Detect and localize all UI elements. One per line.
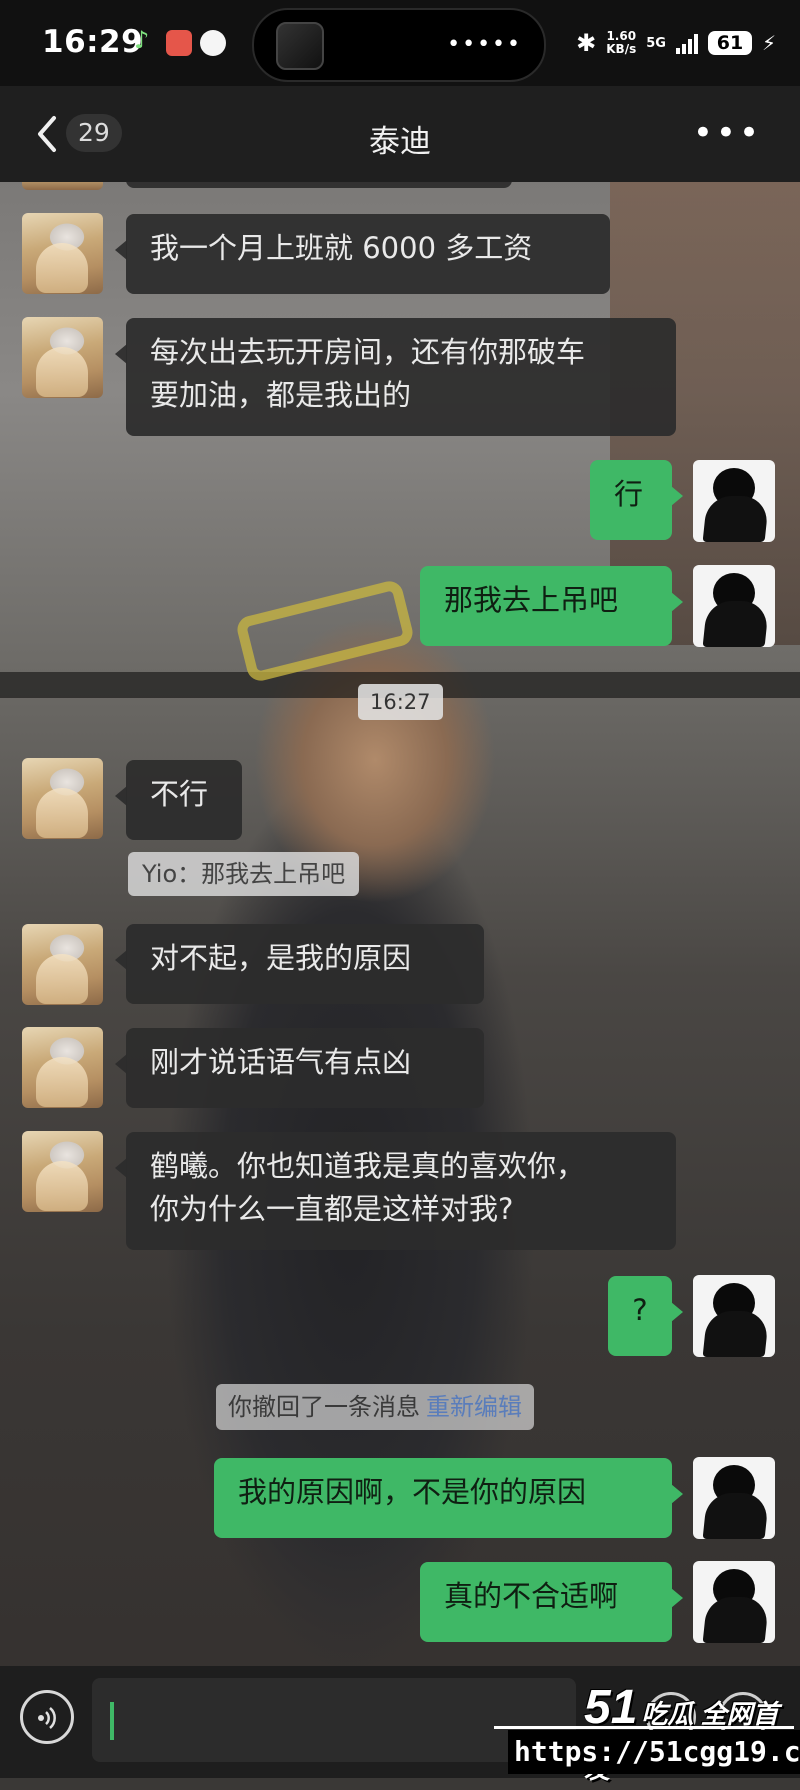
network-type: 5G	[646, 35, 666, 51]
message-input[interactable]	[92, 1678, 576, 1762]
island-contact-avatar	[276, 22, 324, 70]
chat-header: 29 泰迪 •••	[0, 86, 800, 182]
text-cursor	[110, 1702, 114, 1740]
status-time: 16:29	[42, 24, 144, 60]
incoming-message[interactable]: 对不起，是我的原因	[115, 924, 484, 1004]
message-text: 那我去上吊吧	[444, 583, 619, 617]
recall-notice: 你撤回了一条消息 重新编辑	[216, 1384, 534, 1430]
message-text: 刚才说话语气有点凶	[150, 1045, 412, 1079]
contact-avatar[interactable]	[22, 924, 103, 1005]
my-avatar[interactable]	[693, 565, 775, 647]
watermark-url: https://51cgg19.com	[508, 1730, 800, 1774]
network-speed-value: 1.60	[606, 29, 637, 43]
message-text-line: 要加油，都是我出的	[150, 378, 412, 412]
incoming-message[interactable]: 每次出去玩开房间，还有你那破车 要加油，都是我出的	[115, 318, 676, 436]
outgoing-message[interactable]: 我的原因啊，不是你的原因	[214, 1458, 683, 1538]
outgoing-message[interactable]: 行	[590, 460, 683, 540]
status-indicators: ✱ 1.60 KB/s 5G 61 ⚡	[576, 26, 776, 60]
message-text: 真的不合适啊	[444, 1579, 619, 1613]
app-notification-icon	[166, 30, 192, 56]
contact-avatar[interactable]	[22, 1027, 103, 1108]
chat-title: 泰迪	[369, 124, 431, 160]
contact-avatar[interactable]	[22, 1131, 103, 1212]
more-options-icon[interactable]: •••	[693, 116, 762, 150]
network-speed-unit: KB/s	[606, 42, 637, 56]
network-speed: 1.60 KB/s	[606, 30, 636, 56]
incoming-message[interactable]: 不行	[115, 760, 242, 840]
outgoing-message[interactable]: ?	[608, 1276, 683, 1356]
my-avatar[interactable]	[693, 1561, 775, 1643]
dynamic-island[interactable]: •••••	[252, 8, 546, 82]
battery-level: 61	[707, 31, 752, 55]
message-text: 我的原因啊，不是你的原因	[238, 1475, 587, 1509]
recall-notice-text: 你撤回了一条消息	[228, 1393, 420, 1421]
status-bar: 16:29 ♪ ••••• ✱ 1.60 KB/s 5G 61 ⚡	[0, 0, 800, 86]
island-waveform-icon: •••••	[447, 32, 522, 57]
contact-avatar[interactable]	[22, 213, 103, 294]
my-avatar[interactable]	[693, 1457, 775, 1539]
re-edit-link[interactable]: 重新编辑	[426, 1393, 522, 1421]
message-text-line: 每次出去玩开房间，还有你那破车	[150, 335, 586, 369]
outgoing-message[interactable]: 真的不合适啊	[420, 1562, 683, 1642]
charging-bolt-icon: ⚡	[761, 31, 776, 55]
message-text: 我一个月上班就 6000 多工资	[150, 231, 533, 265]
message-text: 不行	[150, 777, 209, 811]
incoming-message[interactable]: 鹤曦。你也知道我是真的喜欢你， 你为什么一直都是这样对我?	[115, 1132, 676, 1250]
message-text-line: 你为什么一直都是这样对我?	[150, 1192, 514, 1226]
penguin-app-icon	[200, 30, 226, 56]
voice-input-button[interactable]	[20, 1690, 74, 1744]
time-divider: 16:27	[358, 684, 443, 720]
incoming-message[interactable]: 刚才说话语气有点凶	[115, 1028, 484, 1108]
bluetooth-icon: ✱	[576, 29, 597, 57]
music-note-icon: ♪	[134, 26, 150, 54]
signal-bars-icon	[675, 32, 698, 54]
incoming-message[interactable]: 我一个月上班就 6000 多工资	[115, 214, 610, 294]
my-avatar[interactable]	[693, 1275, 775, 1357]
quoted-reply[interactable]: Yio：那我去上吊吧	[128, 852, 360, 896]
message-text: 行	[614, 477, 644, 511]
message-list[interactable]: 我一个月上班就 6000 多工资 每次出去玩开房间，还有你那破车 要加油，都是我…	[0, 0, 800, 1778]
outgoing-message[interactable]: 那我去上吊吧	[420, 566, 683, 646]
watermark-underline	[494, 1726, 794, 1729]
message-text: ?	[632, 1293, 648, 1327]
my-avatar[interactable]	[693, 460, 775, 542]
message-text-line: 鹤曦。你也知道我是真的喜欢你，	[150, 1149, 586, 1183]
contact-avatar[interactable]	[22, 317, 103, 398]
contact-avatar[interactable]	[22, 758, 103, 839]
voice-wave-icon	[38, 1707, 56, 1729]
message-text: 对不起，是我的原因	[150, 941, 412, 975]
